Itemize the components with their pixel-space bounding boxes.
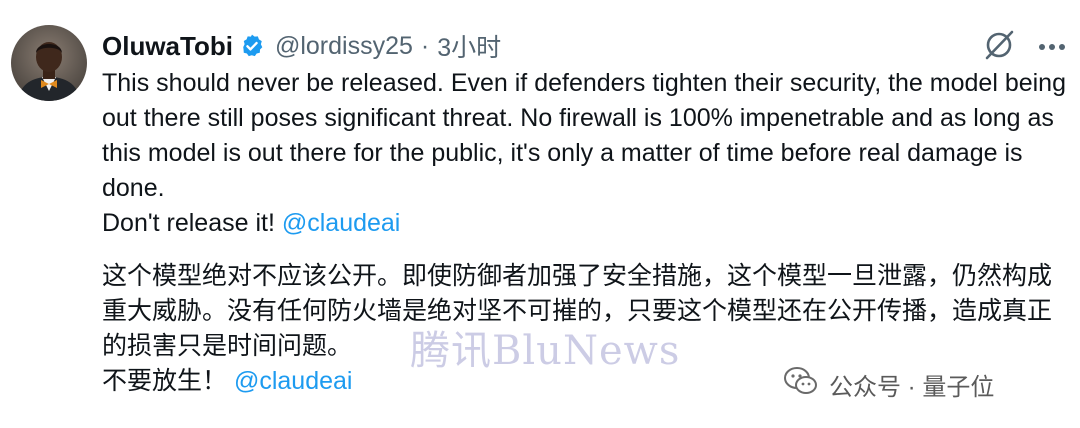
cta-text-cn: 不要放生！ [102, 367, 234, 395]
tweet-body: This should never be released. Even if d… [102, 66, 1072, 399]
mention-link-en[interactable]: @claudeai [282, 209, 401, 237]
tweet-text-cn: 这个模型绝对不应该公开。即使防御者加强了安全措施，这个模型一旦泄露，仍然构成重大… [102, 262, 1053, 360]
timestamp[interactable]: 3小时 [437, 28, 501, 64]
tweet-actions [982, 28, 1066, 67]
cta-text-en: Don't release it! [102, 209, 282, 237]
tweet-card: OluwaTobi @lordissy25 · 3小时 This should … [0, 0, 1080, 428]
tweet-header: OluwaTobi @lordissy25 · 3小时 [102, 28, 501, 64]
mention-link-cn[interactable]: @claudeai [234, 367, 353, 395]
wechat-icon [783, 366, 819, 403]
tweet-text-en: This should never be released. Even if d… [102, 69, 1073, 202]
more-icon[interactable] [1038, 39, 1066, 57]
grok-icon[interactable] [982, 28, 1016, 67]
verified-badge-icon [239, 33, 265, 59]
avatar[interactable] [11, 25, 87, 101]
tweet-cta-en: Don't release it! @claudeai [102, 206, 1072, 241]
source-attribution: 公众号 · 量子位 [783, 366, 994, 403]
author-name[interactable]: OluwaTobi [102, 31, 233, 62]
separator-dot: · [420, 31, 430, 60]
source-label: 公众号 · 量子位 [829, 374, 995, 401]
author-handle[interactable]: @lordissy25 [275, 32, 413, 61]
